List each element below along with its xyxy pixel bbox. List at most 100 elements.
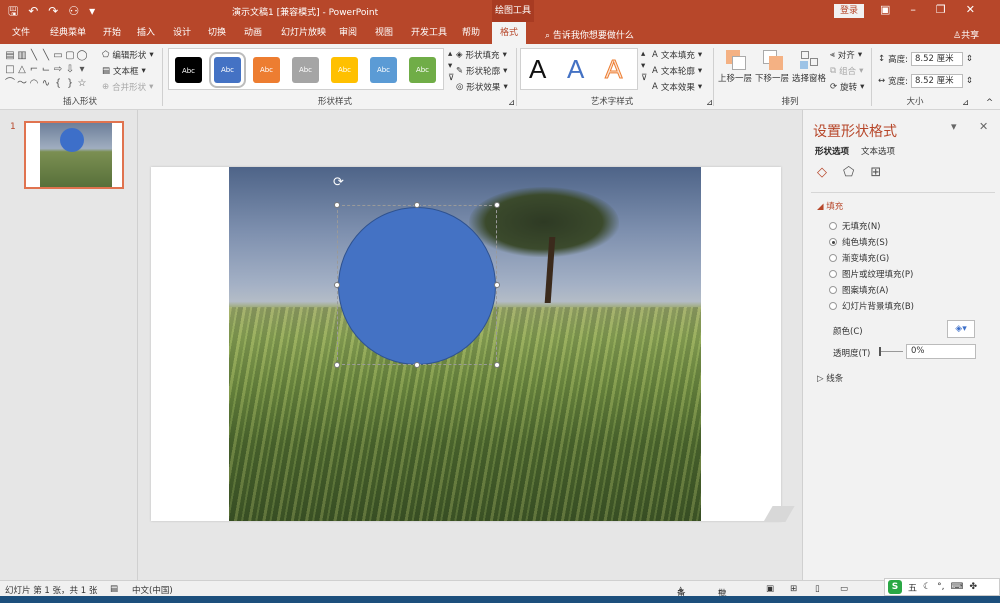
tab-transitions[interactable]: 切换 bbox=[208, 22, 226, 44]
style-swatch[interactable]: Abc bbox=[292, 57, 319, 83]
line-shape-icon[interactable]: ╲ bbox=[28, 49, 40, 63]
wordart-orange-outline[interactable]: A bbox=[604, 54, 622, 85]
text-box-button[interactable]: ▤ 文本框 ▾ bbox=[102, 65, 146, 77]
freeform-shape-icon[interactable]: 〜 bbox=[16, 77, 28, 91]
fill-option-background[interactable]: 幻灯片背景填充(B) bbox=[829, 300, 914, 312]
tab-shape-options[interactable]: 形状选项 bbox=[815, 145, 849, 157]
group-button[interactable]: ⧉ 组合 ▾ bbox=[830, 65, 863, 77]
gallery-more-icon[interactable]: ⊽ bbox=[448, 73, 454, 83]
customize-qat-icon[interactable]: ▾ bbox=[89, 3, 95, 19]
effects-pentagon-icon[interactable]: ⬠ bbox=[843, 165, 854, 180]
style-swatch[interactable]: Abc bbox=[209, 52, 246, 88]
height-input[interactable]: 8.52 厘米 bbox=[911, 52, 963, 66]
rotate-button[interactable]: ⟳ 旋转 ▾ bbox=[830, 81, 864, 93]
tell-me-search[interactable]: ⌕ 告诉我你想要做什么 bbox=[545, 28, 634, 41]
line-section-header[interactable]: ▷ 线条 bbox=[817, 372, 843, 384]
star-shape-icon[interactable]: ☆ bbox=[76, 77, 88, 91]
tab-slideshow[interactable]: 幻灯片放映 bbox=[281, 22, 326, 44]
shapes-gallery[interactable]: ▤ ▥ ╲ ╲ ▭ ▢ ◯ □ △ ⌐ ⌙ ⇨ ⇩ ▾ ⌒ 〜 ◠ ∿{} ☆ bbox=[4, 49, 90, 91]
text-outline-button[interactable]: A 文本轮廓 ▾ bbox=[652, 65, 702, 77]
radio-button[interactable] bbox=[829, 222, 837, 230]
size-dialog-launcher-icon[interactable]: ⊿ bbox=[962, 98, 969, 108]
collapse-ribbon-icon[interactable]: ^ bbox=[986, 98, 993, 108]
wordart-scroll-down-icon[interactable]: ▾ bbox=[641, 61, 645, 71]
rectangle-shape-icon[interactable]: ▭ bbox=[52, 49, 64, 63]
line2-shape-icon[interactable]: ╲ bbox=[40, 49, 52, 63]
arrow-down-shape-icon[interactable]: ⇩ bbox=[64, 63, 76, 77]
fill-section-header[interactable]: ◢ 填充 bbox=[817, 200, 843, 212]
shape-styles-gallery[interactable]: Abc Abc Abc Abc Abc Abc Abc bbox=[168, 48, 444, 90]
fill-option-none[interactable]: 无填充(N) bbox=[829, 220, 881, 232]
shape-styles-dialog-launcher-icon[interactable]: ⊿ bbox=[508, 98, 515, 108]
resize-handle-n[interactable] bbox=[414, 202, 420, 208]
wordart-black[interactable]: A bbox=[529, 54, 546, 85]
tab-classic-menu[interactable]: 经典菜单 bbox=[50, 22, 86, 44]
input-mode[interactable]: 五 bbox=[908, 581, 917, 594]
transparency-slider[interactable] bbox=[879, 351, 903, 352]
sogou-logo-icon[interactable]: S bbox=[888, 580, 902, 594]
align-button[interactable]: ⫷ 对齐 ▾ bbox=[830, 49, 862, 61]
close-pane-icon[interactable]: ✕ bbox=[979, 120, 988, 133]
language-status[interactable]: 中文(中国) bbox=[132, 584, 173, 596]
ribbon-display-icon[interactable]: ▣ bbox=[880, 3, 890, 16]
moon-icon[interactable]: ☾ bbox=[923, 582, 931, 592]
shape-effects-button[interactable]: ◎ 形状效果 ▾ bbox=[456, 81, 508, 93]
wordart-blue[interactable]: A bbox=[567, 54, 584, 85]
spellcheck-icon[interactable]: ▤ bbox=[110, 584, 118, 594]
tab-view[interactable]: 视图 bbox=[375, 22, 393, 44]
pane-options-icon[interactable]: ▾ bbox=[951, 120, 957, 133]
gallery-scroll-down-icon[interactable]: ▾ bbox=[448, 61, 452, 71]
tab-home[interactable]: 开始 bbox=[103, 22, 121, 44]
tab-animations[interactable]: 动画 bbox=[244, 22, 262, 44]
tab-insert[interactable]: 插入 bbox=[137, 22, 155, 44]
punctuation-icon[interactable]: °, bbox=[937, 582, 944, 592]
tab-developer[interactable]: 开发工具 bbox=[411, 22, 447, 44]
fill-option-gradient[interactable]: 渐变填充(G) bbox=[829, 252, 889, 264]
fill-option-pattern[interactable]: 图案填充(A) bbox=[829, 284, 888, 296]
ellipse-shape-icon[interactable]: ◯ bbox=[76, 49, 88, 63]
round-rect-shape-icon[interactable]: ▢ bbox=[64, 49, 76, 63]
redo-icon[interactable]: ↷ bbox=[48, 3, 58, 19]
undo-icon[interactable]: ↶ bbox=[28, 3, 38, 19]
vtext-shape-icon[interactable]: ▥ bbox=[16, 49, 28, 63]
resize-handle-w[interactable] bbox=[334, 282, 340, 288]
rotate-handle-icon[interactable]: ⟳ bbox=[333, 175, 344, 190]
resize-handle-ne[interactable] bbox=[494, 202, 500, 208]
style-swatch[interactable]: Abc bbox=[175, 57, 202, 83]
resize-handle-nw[interactable] bbox=[334, 202, 340, 208]
width-input[interactable]: 8.52 厘米 bbox=[911, 74, 963, 88]
slide-sorter-icon[interactable]: ⊞ bbox=[790, 584, 797, 594]
tab-design[interactable]: 设计 bbox=[173, 22, 191, 44]
corner-shape-icon[interactable]: ⌙ bbox=[40, 63, 52, 77]
tab-help[interactable]: 帮助 bbox=[462, 22, 480, 44]
wheat-field-photo[interactable]: ⟳ bbox=[229, 167, 701, 521]
gallery-scroll-up-icon[interactable]: ▴ bbox=[448, 49, 452, 59]
arc-shape-icon[interactable]: ◠ bbox=[28, 77, 40, 91]
fill-option-solid[interactable]: 纯色填充(S) bbox=[829, 236, 888, 248]
resize-handle-s[interactable] bbox=[414, 362, 420, 368]
normal-view-icon[interactable]: ▣ bbox=[766, 584, 774, 594]
resize-handle-se[interactable] bbox=[494, 362, 500, 368]
transparency-input[interactable]: 0% bbox=[906, 344, 976, 359]
textbox-shape-icon[interactable]: ▤ bbox=[4, 49, 16, 63]
resize-handle-sw[interactable] bbox=[334, 362, 340, 368]
edit-shape-button[interactable]: ⬠ 编辑形状 ▾ bbox=[102, 49, 154, 61]
fill-option-picture[interactable]: 图片或纹理填充(P) bbox=[829, 268, 913, 280]
slideshow-start-icon[interactable]: ⚇ bbox=[68, 3, 79, 19]
transparency-slider-knob[interactable] bbox=[879, 347, 881, 356]
curve-shape-icon[interactable]: ⌒ bbox=[4, 77, 16, 91]
radio-button[interactable] bbox=[829, 302, 837, 310]
rect2-shape-icon[interactable]: □ bbox=[4, 63, 16, 77]
elbow-shape-icon[interactable]: ⌐ bbox=[28, 63, 40, 77]
settings-icon[interactable]: ✤ bbox=[969, 582, 977, 592]
shape-outline-button[interactable]: ✎ 形状轮廓 ▾ bbox=[456, 65, 507, 77]
wordart-scroll-up-icon[interactable]: ▴ bbox=[641, 49, 645, 59]
arrow-right-shape-icon[interactable]: ⇨ bbox=[52, 63, 64, 77]
wordart-gallery[interactable]: A A A bbox=[520, 48, 638, 90]
height-spinner-icon[interactable]: ⇕ bbox=[966, 54, 973, 64]
wave-shape-icon[interactable]: ∿ bbox=[40, 77, 52, 91]
resize-handle-e[interactable] bbox=[494, 282, 500, 288]
tab-text-options[interactable]: 文本选项 bbox=[861, 145, 895, 157]
tab-review[interactable]: 审阅 bbox=[339, 22, 357, 44]
style-swatch[interactable]: Abc bbox=[409, 57, 436, 83]
